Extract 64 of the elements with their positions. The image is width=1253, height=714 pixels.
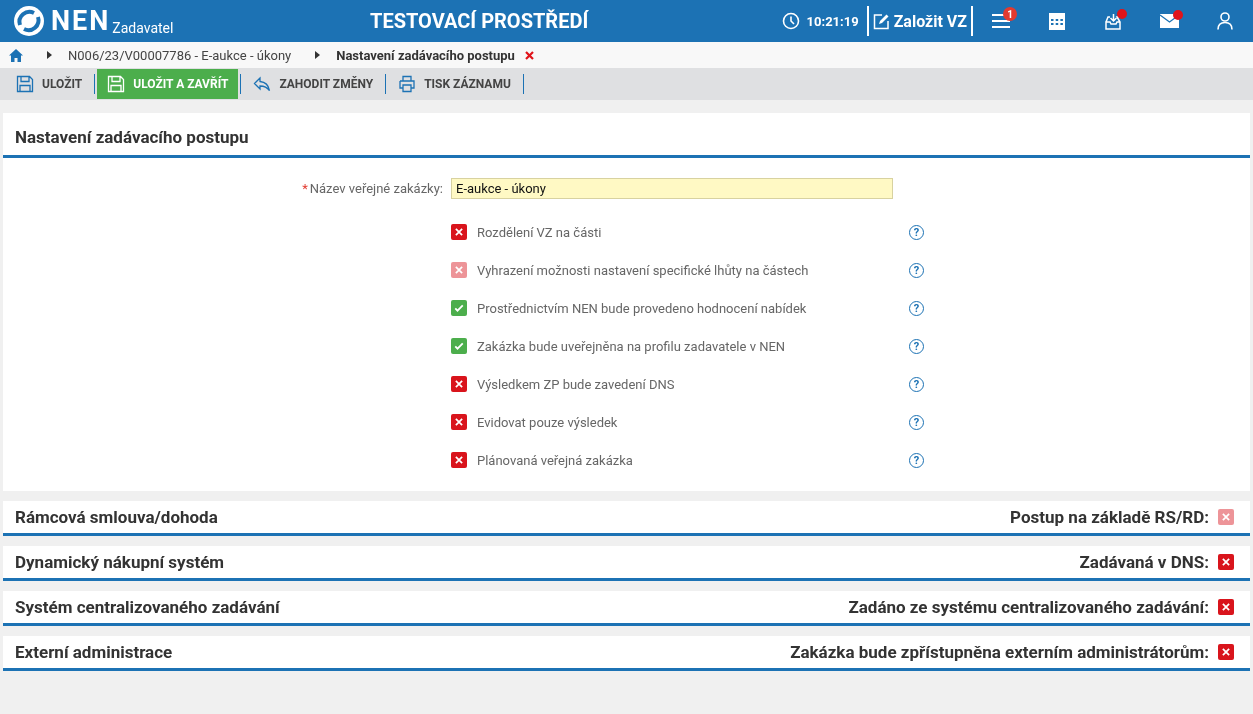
section-title: Dynamický nákupní systém bbox=[15, 552, 225, 572]
cross-icon bbox=[1221, 557, 1231, 567]
option-label: Plánovaná veřejná zakázka bbox=[477, 452, 634, 468]
no-indicator[interactable] bbox=[451, 452, 467, 468]
logo-text: NEN bbox=[51, 5, 111, 37]
user-icon[interactable] bbox=[1217, 12, 1233, 30]
no-indicator[interactable] bbox=[451, 376, 467, 392]
panel-title: Nastavení zadávacího postupu bbox=[3, 113, 1250, 158]
option-label: Vyhrazení možnosti nastavení specifické lhůty na částech bbox=[477, 262, 810, 278]
section-title: Systém centralizovaného zadávání bbox=[15, 597, 280, 617]
edit-icon bbox=[872, 12, 890, 30]
option-label: Evidovat pouze výsledek bbox=[477, 414, 619, 430]
contract-name-input[interactable]: E-aukce - úkony bbox=[451, 178, 893, 199]
menu-icon[interactable] bbox=[992, 13, 1010, 29]
section-option-label: Zadáno ze systému centralizovaného zadávání: bbox=[848, 597, 1209, 617]
inbox-download-icon[interactable] bbox=[1104, 12, 1122, 30]
section-title: Rámcová smlouva/dohoda bbox=[15, 507, 218, 527]
logo-subtitle: Zadavatel bbox=[112, 20, 174, 36]
logo-icon bbox=[13, 5, 45, 37]
printer-icon bbox=[398, 75, 417, 93]
no-indicator[interactable] bbox=[1218, 599, 1234, 615]
breadcrumb-item: Nastavení zadávacího postupu bbox=[336, 47, 515, 63]
toolbar-button[interactable]: ULOŽIT A ZAVŘÍT bbox=[97, 69, 239, 99]
checkmark-icon bbox=[453, 340, 465, 352]
no-indicator[interactable] bbox=[451, 224, 467, 240]
reply-arrow-icon bbox=[253, 76, 272, 92]
cross-icon bbox=[454, 379, 464, 389]
toolbar-button[interactable]: TISK ZÁZNAMU bbox=[388, 69, 521, 99]
yes-indicator[interactable] bbox=[451, 300, 467, 316]
checkmark-icon bbox=[453, 302, 465, 314]
field-label: *Název veřejné zakázky: bbox=[301, 181, 444, 196]
cross-icon bbox=[454, 227, 464, 237]
environment-title: TESTOVACÍ PROSTŘEDÍ bbox=[370, 9, 590, 33]
yes-indicator[interactable] bbox=[451, 338, 467, 354]
caret-right-icon bbox=[47, 51, 52, 59]
cross-icon bbox=[1221, 602, 1231, 612]
home-icon[interactable] bbox=[9, 48, 23, 62]
mail-icon[interactable] bbox=[1159, 14, 1179, 28]
toolbar-button[interactable]: ZAHODIT ZMĚNY bbox=[243, 69, 384, 99]
cross-icon bbox=[1221, 647, 1231, 657]
toolbar-button[interactable]: ULOŽIT bbox=[6, 69, 93, 99]
cross-icon bbox=[454, 265, 464, 275]
cross-icon bbox=[454, 455, 464, 465]
caret-right-icon bbox=[315, 51, 321, 59]
clock-icon bbox=[781, 12, 800, 30]
section-option-label: Zadávaná v DNS: bbox=[1079, 552, 1209, 572]
create-contract-button[interactable]: Založit VZ bbox=[868, 11, 971, 31]
section-option-label: Zakázka bude zpřístupněna externím administrátorům: bbox=[790, 642, 1209, 662]
section-title: Externí administrace bbox=[15, 642, 173, 662]
option-label: Výsledkem ZP bude zavedení DNS bbox=[477, 376, 676, 392]
option-label: Rozdělení VZ na části bbox=[477, 224, 603, 240]
section-option-label: Postup na základě RS/RD: bbox=[1010, 507, 1209, 527]
no-indicator[interactable] bbox=[1218, 644, 1234, 660]
option-label: Zakázka bude uveřejněna na profilu zadavatele v NEN bbox=[477, 338, 787, 354]
calendar-icon[interactable] bbox=[1049, 12, 1065, 30]
no-indicator[interactable] bbox=[451, 414, 467, 430]
notification-badge: 1 bbox=[1003, 7, 1017, 21]
no-indicator[interactable] bbox=[1218, 554, 1234, 570]
clock-time: 10:21:19 bbox=[806, 13, 859, 29]
cross-icon bbox=[454, 417, 464, 427]
breadcrumb-item[interactable]: N006/23/V00007786 - E-aukce - úkony bbox=[68, 47, 292, 63]
close-icon[interactable] bbox=[524, 50, 534, 60]
option-label: Prostřednictvím NEN bude provedeno hodnocení nabídek bbox=[477, 300, 808, 316]
cross-icon bbox=[1221, 512, 1231, 522]
